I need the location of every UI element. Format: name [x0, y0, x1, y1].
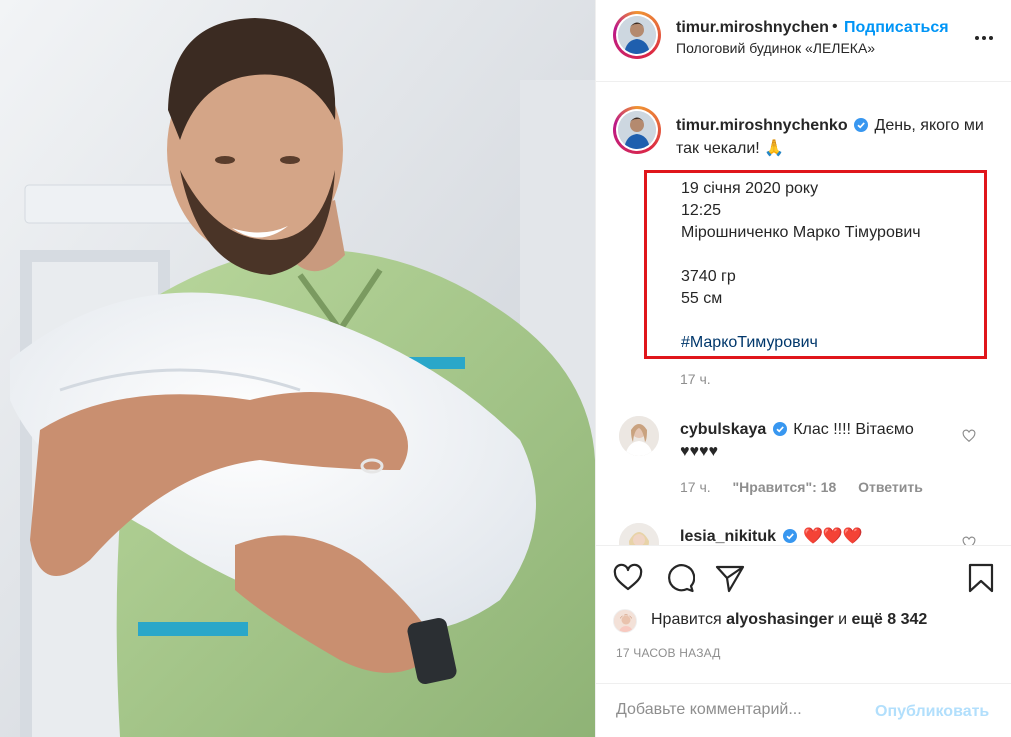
post-timestamp[interactable]: 17 ЧАСОВ НАЗАД — [616, 646, 721, 660]
comment-likes-count[interactable]: "Нравится": 18 — [733, 479, 837, 495]
verified-badge-icon — [854, 118, 869, 132]
comment-input[interactable] — [616, 701, 856, 719]
verified-badge-icon — [782, 529, 797, 543]
avatar-image — [614, 610, 636, 632]
comment-text: lesia_nikituk ❤️❤️❤️ — [680, 526, 863, 545]
likes-prefix: Нравится — [651, 611, 722, 628]
header-username[interactable]: timur.miroshnychenko — [676, 19, 830, 37]
likes-count-link[interactable]: ещё 8 342 — [852, 611, 928, 628]
caption-line-weight: 3740 гр — [681, 268, 736, 285]
post-side-panel: timur.miroshnychenko • Подписаться Полог… — [595, 0, 1011, 737]
caption-hashtag[interactable]: #МаркоТимурович — [681, 332, 984, 354]
comment-username[interactable]: cybulskaya — [680, 421, 766, 438]
comment-time: 17 ч. — [680, 479, 711, 495]
likes-summary: Нравится alyoshasinger и ещё 8 342 — [651, 611, 927, 629]
comments-list[interactable]: timur.miroshnychenko День, якого ми так … — [596, 83, 1011, 545]
comment-like-heart-icon[interactable] — [962, 429, 976, 443]
more-dots-icon-svg — [975, 36, 993, 40]
comment-message: ❤️❤️❤️ — [802, 528, 863, 545]
paper-plane-icon[interactable] — [715, 563, 745, 593]
caption-text: timur.miroshnychenko День, якого ми так … — [676, 114, 996, 160]
comment-meta: 17 ч. "Нравится": 18 Ответить — [680, 479, 923, 495]
caption-line-time: 12:25 — [681, 202, 722, 219]
avatar-image — [619, 416, 659, 456]
comment-text: cybulskaya Клас !!!! Вітаємо ♥♥♥♥ — [680, 419, 950, 463]
post-actions: Нравится alyoshasinger и ещё 8 342 17 ЧА… — [596, 545, 1011, 737]
location-link[interactable]: Пологовий будинок «ЛЕЛЕКА» — [676, 40, 875, 56]
caption-timestamp: 17 ч. — [680, 371, 711, 387]
caption-line-blank — [681, 244, 984, 266]
likes-user-link[interactable]: alyoshasinger — [726, 611, 834, 628]
bookmark-icon[interactable] — [966, 563, 996, 593]
post-header: timur.miroshnychenko • Подписаться Полог… — [596, 0, 1011, 82]
header-avatar[interactable] — [613, 11, 661, 59]
caption-username[interactable]: timur.miroshnychenko — [676, 117, 848, 134]
comment-like-heart-icon[interactable] — [962, 536, 976, 545]
avatar-image — [618, 111, 656, 149]
avatar-image — [619, 523, 659, 545]
avatar-image — [618, 16, 656, 54]
publish-button[interactable]: Опубликовать — [875, 703, 989, 721]
caption-avatar[interactable] — [613, 106, 661, 154]
post-photo[interactable] — [0, 0, 595, 737]
caption-line-date: 19 січня 2020 року — [681, 180, 819, 197]
photo-illustration — [0, 0, 595, 737]
more-dots-icon[interactable] — [974, 27, 994, 43]
comment-avatar[interactable] — [619, 416, 659, 456]
follow-button[interactable]: Подписаться — [844, 19, 949, 37]
likes-middle: и — [838, 611, 848, 628]
caption-highlight-box: 19 січня 2020 року 12:25 Мірошниченко Ма… — [644, 170, 987, 359]
comment-avatar[interactable] — [619, 523, 659, 545]
verified-badge-icon — [772, 422, 787, 436]
heart-icon[interactable] — [613, 563, 643, 593]
caption-line-name: Мірошниченко Марко Тімурович — [681, 224, 921, 241]
caption-line-blank-2 — [681, 310, 984, 332]
comment-icon[interactable] — [665, 563, 695, 593]
add-comment-row: Опубликовать — [596, 683, 1011, 737]
reply-button[interactable]: Ответить — [858, 479, 923, 495]
liker-avatar[interactable] — [613, 609, 637, 633]
caption-line-height: 55 см — [681, 290, 723, 307]
comment-username[interactable]: lesia_nikituk — [680, 528, 776, 545]
header-separator-dot: • — [832, 18, 838, 35]
